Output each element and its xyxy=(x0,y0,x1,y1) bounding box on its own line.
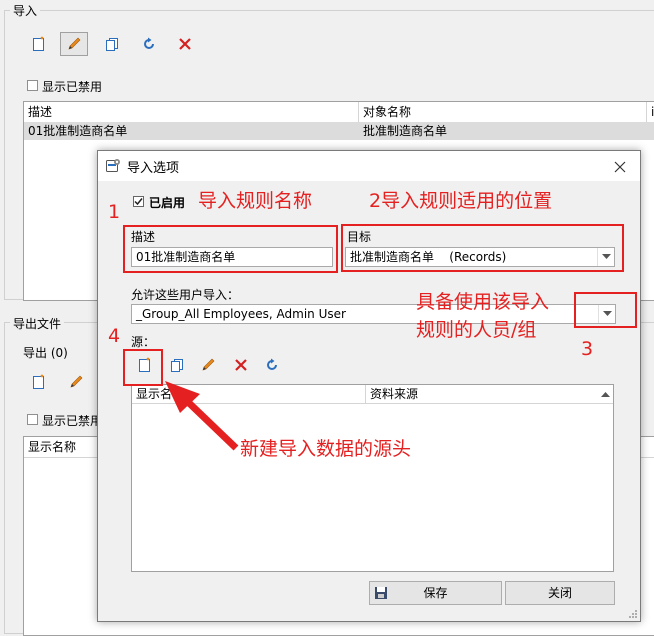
copy-icon xyxy=(106,38,118,51)
refresh-icon xyxy=(144,37,154,49)
column-header[interactable]: 对象名称 xyxy=(359,102,647,122)
column-header[interactable]: 资料来源 xyxy=(366,385,596,403)
copy-rule-button[interactable] xyxy=(100,32,124,56)
annotation-users-line1: 具备使用该导入 xyxy=(416,291,550,313)
dialog-titlebar: 导入选项 xyxy=(98,151,640,181)
edit-source-button[interactable] xyxy=(196,353,220,377)
annotation-users-line2: 规则的人员/组 xyxy=(416,319,537,341)
copy-source-button[interactable] xyxy=(165,353,189,377)
edit-rule-button[interactable] xyxy=(60,32,88,56)
allow-users-value: _Group_All Employees, Admin User xyxy=(136,307,346,321)
show-disabled-export-label: 显示已禁用 xyxy=(42,414,103,428)
column-header[interactable]: 描述 xyxy=(24,102,359,122)
close-icon xyxy=(614,161,626,173)
annotation-new-source: 新建导入数据的源头 xyxy=(240,438,412,460)
enabled-checkbox[interactable] xyxy=(133,196,144,207)
sources-table[interactable]: 显示名称 资料来源 xyxy=(131,384,614,572)
import-options-icon xyxy=(106,159,120,172)
table-row[interactable]: 01批准制造商名单 批准制造商名单 xyxy=(24,122,654,140)
save-button[interactable]: 保存 xyxy=(369,581,502,605)
pencil-icon xyxy=(68,37,81,50)
close-button-label: 关闭 xyxy=(547,586,572,600)
allow-users-label: 允许这些用户导入： xyxy=(131,288,240,302)
delete-source-button[interactable] xyxy=(229,353,253,377)
column-header[interactable]: 显示名称 xyxy=(132,385,366,403)
new-rule-button[interactable] xyxy=(27,32,51,56)
refresh-source-button[interactable] xyxy=(260,353,284,377)
annotation-box-target xyxy=(341,224,624,272)
refresh-rule-button[interactable] xyxy=(137,32,161,56)
annotation-number-1: 1 xyxy=(108,201,121,223)
annotation-number-4: 4 xyxy=(108,325,121,347)
show-disabled-checkbox[interactable] xyxy=(27,80,38,91)
table-header: 描述 对象名称 i xyxy=(24,102,654,123)
cell-object-name: 批准制造商名单 xyxy=(363,124,448,138)
delete-x-icon xyxy=(235,359,247,371)
close-button[interactable]: 关闭 xyxy=(505,581,615,605)
column-header[interactable]: i xyxy=(647,102,654,122)
export-count-label: 导出 (0) xyxy=(23,346,68,360)
show-disabled-label: 显示已禁用 xyxy=(42,80,103,94)
checkmark-icon xyxy=(134,198,143,206)
new-document-icon xyxy=(33,36,44,51)
import-options-dialog: 导入选项 已启用 描述 01批准制造商名单 目标 批准制造商名单 (Record… xyxy=(97,150,641,622)
dialog-close-button[interactable] xyxy=(610,157,630,177)
pencil-icon xyxy=(202,358,215,371)
delete-x-icon xyxy=(179,38,191,50)
show-disabled-export-checkbox[interactable] xyxy=(27,414,38,425)
resize-grip-icon[interactable] xyxy=(628,609,638,619)
edit-export-button[interactable] xyxy=(64,370,88,394)
cell-description: 01批准制造商名单 xyxy=(28,124,128,138)
copy-icon xyxy=(171,359,183,372)
new-export-button[interactable] xyxy=(27,370,51,394)
annotation-rule-name: 导入规则名称 xyxy=(198,190,313,212)
save-button-label: 保存 xyxy=(423,586,448,600)
delete-rule-button[interactable] xyxy=(173,32,197,56)
enabled-label: 已启用 xyxy=(149,196,186,210)
annotation-rule-location: 2导入规则适用的位置 xyxy=(369,190,553,212)
annotation-box-new-source xyxy=(123,349,163,386)
dialog-title: 导入选项 xyxy=(127,161,180,176)
new-document-icon xyxy=(33,374,44,389)
sort-arrow-icon[interactable] xyxy=(601,391,610,397)
pencil-icon xyxy=(70,375,83,388)
save-icon xyxy=(375,587,387,599)
refresh-icon xyxy=(267,358,277,370)
annotation-box-description xyxy=(123,225,338,273)
annotation-box-allow-users-dropdown xyxy=(574,292,637,328)
annotation-number-3: 3 xyxy=(581,338,594,360)
table-header: 显示名称 资料来源 xyxy=(132,385,613,404)
export-group-title: 导出文件 xyxy=(10,315,65,332)
import-group-title: 导入 xyxy=(10,2,41,19)
sources-label: 源： xyxy=(131,335,156,349)
